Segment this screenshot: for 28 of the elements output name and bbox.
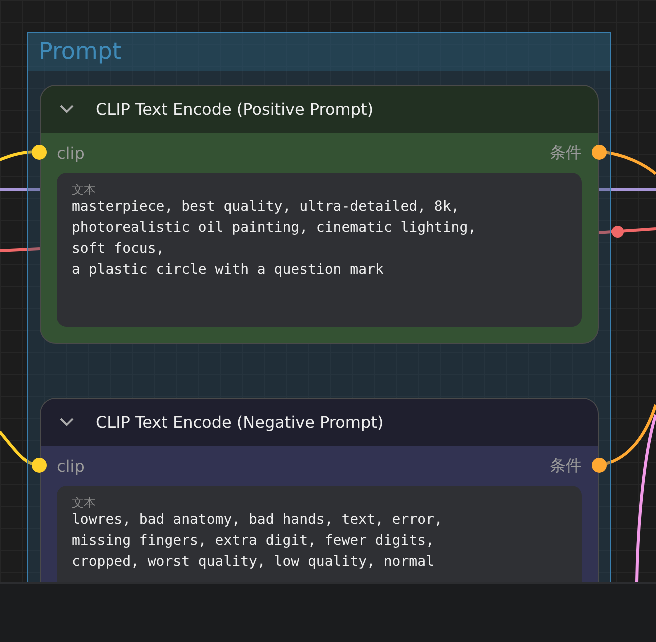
wire (0, 248, 40, 252)
wire (598, 228, 656, 234)
group-title: Prompt (39, 39, 122, 65)
slot-label: 条件 (550, 142, 582, 164)
field-label: 文本 (72, 496, 96, 510)
wire (598, 188, 656, 192)
node-card[interactable]: CLIP Text Encode (Negative Prompt) clip 条件 文本 lowres, bad anatomy, bad hands, text, error, missing fingers, extra digit, fewer digits, cropped, worst quality, low quality, normal (40, 398, 599, 582)
node-title: CLIP Text Encode (Positive Prompt) (96, 100, 374, 119)
output-slot[interactable] (592, 458, 607, 473)
prompt-text: masterpiece, best quality, ultra-detailed, 8k, photorealistic oil painting, cinematic lighting, soft focus, a plastic circle with a question mark (72, 198, 477, 280)
slot-label: clip (57, 456, 85, 476)
output-slot[interactable] (592, 145, 607, 160)
slot-label: 条件 (550, 456, 582, 476)
reroute-dot (612, 226, 624, 238)
text-area[interactable]: 文本 lowres, bad anatomy, bad hands, text, error, missing fingers, extra digit, fewer digits, cropped, worst quality, low quality, normal (57, 486, 582, 582)
text-area[interactable]: 文本 masterpiece, best quality, ultra-detailed, 8k, photorealistic oil painting, cinematic lighting, soft focus, a plastic circle with a question mark (57, 173, 582, 327)
node-header[interactable]: CLIP Text Encode (Negative Prompt) (41, 399, 598, 446)
chevron-icon[interactable] (60, 418, 74, 427)
node-title: CLIP Text Encode (Negative Prompt) (96, 413, 384, 432)
input-slot[interactable] (32, 458, 47, 473)
chevron-icon[interactable] (60, 105, 74, 114)
node-card[interactable]: CLIP Text Encode (Positive Prompt) clip 条件 文本 masterpiece, best quality, ultra-detailed, 8k, photorealistic oil painting, cinematic lighting, soft focus, a plastic circle with a question mark (40, 85, 599, 344)
slot-label: clip (57, 144, 85, 162)
prompt-text: lowres, bad anatomy, bad hands, text, error, missing fingers, extra digit, fewer digits, cropped, worst quality, low quality, normal (72, 511, 443, 572)
field-label: 文本 (72, 183, 96, 197)
wire (0, 188, 40, 192)
input-slot[interactable] (32, 145, 47, 160)
node-header[interactable]: CLIP Text Encode (Positive Prompt) (41, 86, 598, 133)
